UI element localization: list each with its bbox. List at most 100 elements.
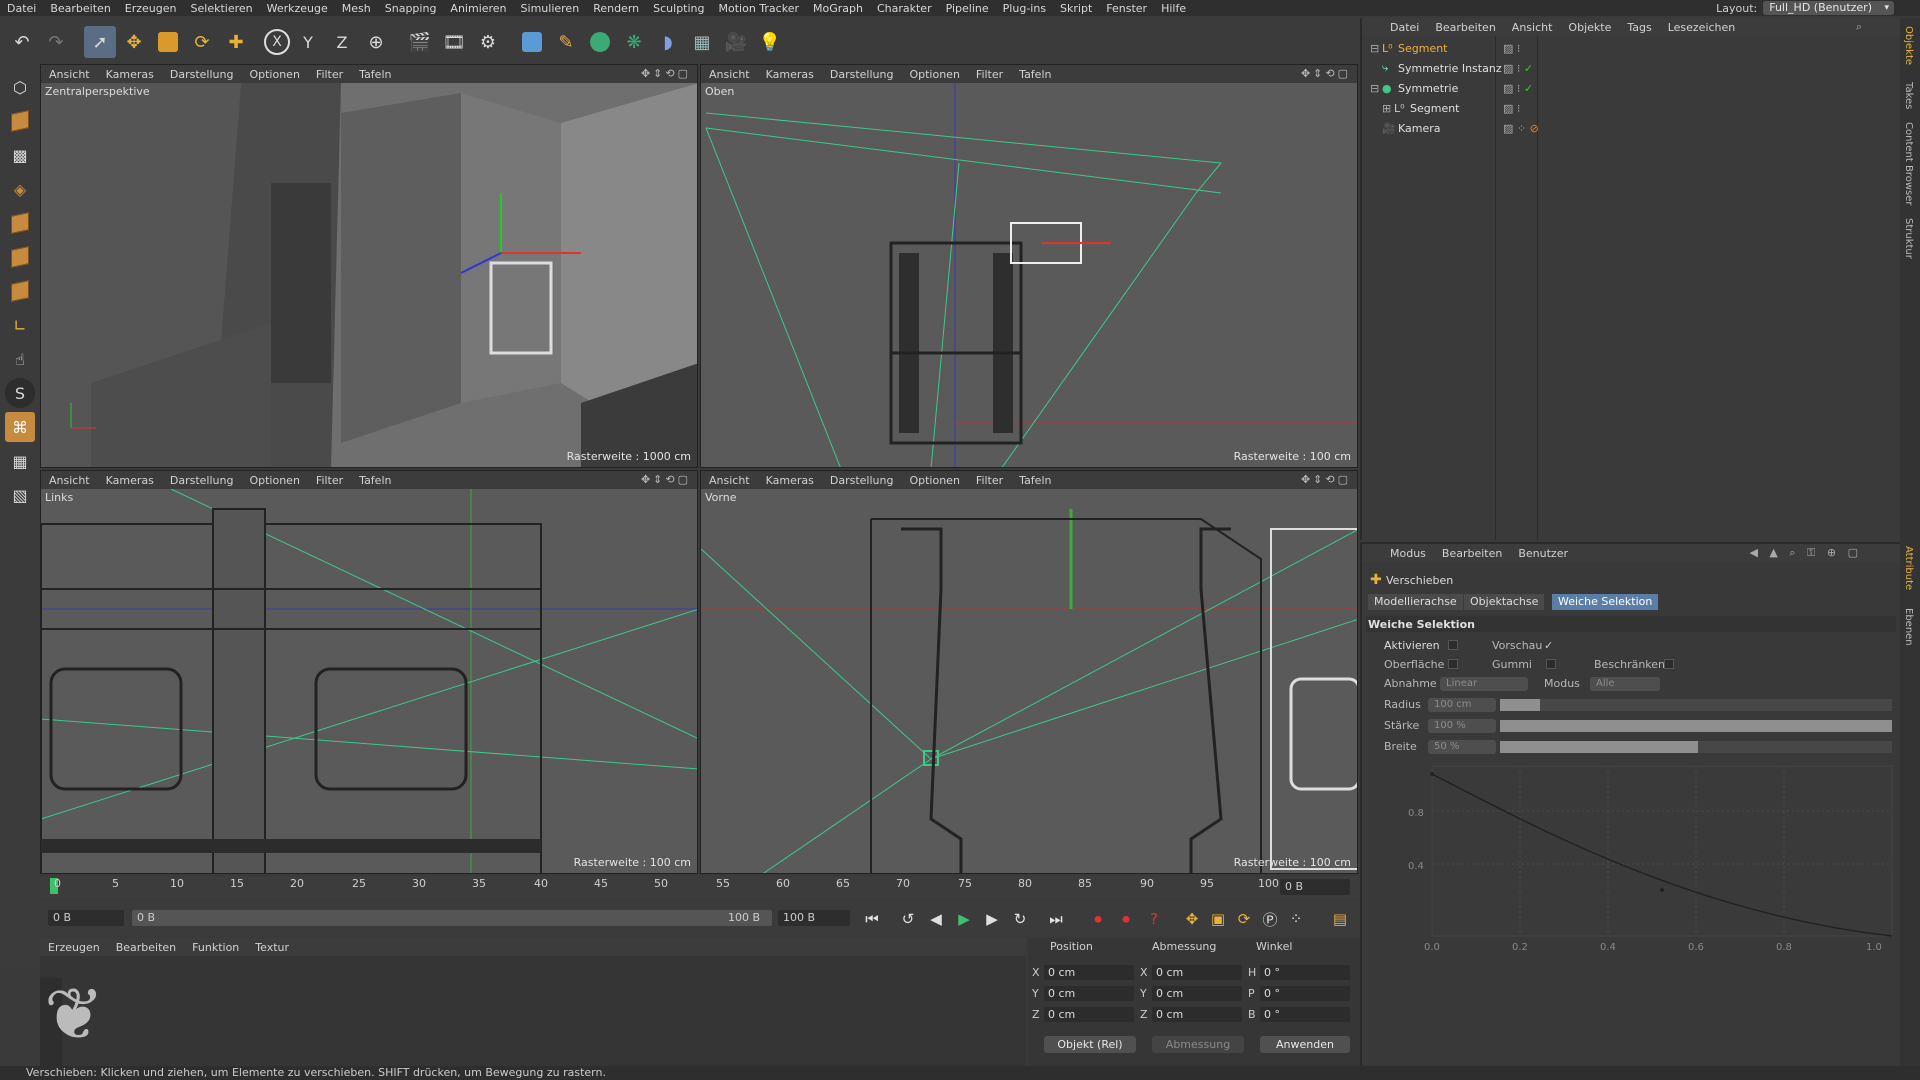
pos-y-field[interactable]: 0 cm xyxy=(1044,986,1134,1001)
tweak-icon[interactable]: ☝ xyxy=(5,344,35,374)
cloner-icon[interactable]: ❋ xyxy=(618,26,650,58)
attr-menu-bearbeiten[interactable]: Bearbeiten xyxy=(1434,547,1510,560)
attr-menu-benutzer[interactable]: Benutzer xyxy=(1510,547,1576,560)
vp-menu-darstellung[interactable]: Darstellung xyxy=(162,68,242,81)
vp-menu-kameras[interactable]: Kameras xyxy=(98,68,162,81)
axis-mode-icon[interactable]: ∟ xyxy=(5,310,35,340)
radius-slider[interactable] xyxy=(1500,699,1540,711)
tab-takes[interactable]: Takes xyxy=(1903,82,1914,109)
vp-menu-filter[interactable]: Filter xyxy=(308,68,351,81)
viewport-left[interactable]: Ansicht Kameras Darstellung Optionen Fil… xyxy=(40,470,698,874)
vp-menu-darstellung[interactable]: Darstellung xyxy=(162,474,242,487)
planar-workplane-icon[interactable]: ▧ xyxy=(5,480,35,510)
viewport-nav-icons[interactable]: ✥⇕⟲▢ xyxy=(1301,67,1351,80)
menu-skript[interactable]: Skript xyxy=(1053,2,1099,15)
render-view-icon[interactable]: 🎬 xyxy=(404,26,436,58)
menu-simulieren[interactable]: Simulieren xyxy=(514,2,587,15)
menu-plugins[interactable]: Plug-ins xyxy=(996,2,1053,15)
timeline-window-icon[interactable]: ▤ xyxy=(1328,907,1352,931)
object-row-symmetrie[interactable]: ⊟ ● Symmetrie ▨ ⁝ ✓ xyxy=(1362,78,1902,98)
object-row-symmetrie-instanz[interactable]: ⤷ Symmetrie Instanz ▨ ⁝ ✓ xyxy=(1362,58,1902,78)
keyframe-selection-icon[interactable]: ? xyxy=(1142,907,1166,931)
render-settings-icon[interactable]: ⚙ xyxy=(472,26,504,58)
rotate-icon[interactable]: ⟳ xyxy=(186,26,218,58)
viewport-nav-icons[interactable]: ✥⇕⟲▢ xyxy=(1301,473,1351,486)
breite-slider[interactable] xyxy=(1500,741,1698,753)
menu-fenster[interactable]: Fenster xyxy=(1099,2,1154,15)
model-mode-icon[interactable] xyxy=(5,106,35,136)
viewport-top[interactable]: Ansicht Kameras Darstellung Optionen Fil… xyxy=(700,64,1358,468)
menu-bearbeiten[interactable]: Bearbeiten xyxy=(43,2,117,15)
vp-menu-filter[interactable]: Filter xyxy=(308,474,351,487)
tab-struktur[interactable]: Struktur xyxy=(1903,218,1914,259)
beschraenken-checkbox[interactable] xyxy=(1664,659,1674,669)
size-x-field[interactable]: 0 cm xyxy=(1152,965,1242,980)
rot-h-field[interactable]: 0 ° xyxy=(1260,965,1350,980)
magnet-icon[interactable]: ⌘ xyxy=(5,412,35,442)
y-axis-icon[interactable]: Y xyxy=(292,26,324,58)
light-icon[interactable]: 💡 xyxy=(754,26,786,58)
visibility-dots-icon[interactable]: ▨ ⁘ ⊘ xyxy=(1503,122,1539,135)
menu-hilfe[interactable]: Hilfe xyxy=(1154,2,1193,15)
expand-icon[interactable]: ⊞ xyxy=(1382,102,1391,115)
mat-menu-erzeugen[interactable]: Erzeugen xyxy=(40,941,108,954)
frame-range-slider[interactable]: 0 B 100 B xyxy=(132,910,772,926)
menu-mograph[interactable]: MoGraph xyxy=(806,2,870,15)
autokey-icon[interactable]: ⏺ xyxy=(1114,907,1138,931)
snap-icon[interactable]: S xyxy=(5,378,35,408)
obj-menu-ansicht[interactable]: Ansicht xyxy=(1504,21,1561,34)
tab-objekte[interactable]: Objekte xyxy=(1903,26,1914,65)
obj-menu-tags[interactable]: Tags xyxy=(1619,21,1659,34)
rot-b-field[interactable]: 0 ° xyxy=(1260,1007,1350,1022)
add-icon[interactable]: ✚ xyxy=(220,26,252,58)
world-coord-icon[interactable]: ⊕ xyxy=(360,26,392,58)
visibility-dots-icon[interactable]: ▨ ⁝ ✓ xyxy=(1503,62,1533,75)
abnahme-dropdown[interactable]: Linear xyxy=(1440,677,1528,691)
modus-dropdown[interactable]: Alle xyxy=(1590,677,1660,691)
lock-workplane-icon[interactable]: ▦ xyxy=(5,446,35,476)
oberflaeche-checkbox[interactable] xyxy=(1448,659,1458,669)
aktivieren-checkbox[interactable] xyxy=(1448,640,1458,650)
key-parameter-icon[interactable]: Ⓟ xyxy=(1258,907,1282,931)
menu-charakter[interactable]: Charakter xyxy=(870,2,939,15)
coord-mode-dropdown[interactable]: Objekt (Rel) xyxy=(1044,1036,1136,1053)
attr-nav-icons[interactable]: ◀ ▲ ⌕ ⚿ ⊕ ▢ xyxy=(1741,546,1870,560)
vp-menu-ansicht[interactable]: Ansicht xyxy=(41,474,98,487)
vp-menu-optionen[interactable]: Optionen xyxy=(901,68,967,81)
deformer-icon[interactable]: ◗ xyxy=(652,26,684,58)
tab-content-browser[interactable]: Content Browser xyxy=(1903,122,1914,205)
play-icon[interactable]: ▶ xyxy=(952,907,976,931)
menu-selektieren[interactable]: Selektieren xyxy=(184,2,260,15)
scale-icon[interactable] xyxy=(152,26,184,58)
obj-menu-datei[interactable]: Datei xyxy=(1382,21,1427,34)
vp-menu-kameras[interactable]: Kameras xyxy=(98,474,162,487)
start-frame-field[interactable]: 0 B xyxy=(48,910,124,926)
key-position-icon[interactable]: ✥ xyxy=(1180,907,1204,931)
viewport-nav-icons[interactable]: ✥⇕⟲▢ xyxy=(641,473,691,486)
vp-menu-tafeln[interactable]: Tafeln xyxy=(1011,474,1059,487)
obj-menu-lesezeichen[interactable]: Lesezeichen xyxy=(1660,21,1744,34)
workplane-icon[interactable]: ◈ xyxy=(5,174,35,204)
prev-frame-icon[interactable]: ◀ xyxy=(924,907,948,931)
goto-start-icon[interactable]: ⏮ xyxy=(860,907,884,931)
vp-menu-filter[interactable]: Filter xyxy=(968,68,1011,81)
texture-mode-icon[interactable]: ▩ xyxy=(5,140,35,170)
render-picture-icon[interactable]: 🎞 xyxy=(438,26,470,58)
tab-objektachse[interactable]: Objektachse xyxy=(1464,594,1545,610)
end-frame-field[interactable]: 100 B xyxy=(778,910,850,926)
vp-menu-kameras[interactable]: Kameras xyxy=(758,68,822,81)
vp-menu-ansicht[interactable]: Ansicht xyxy=(701,68,758,81)
apply-button[interactable]: Anwenden xyxy=(1260,1036,1350,1053)
vp-menu-ansicht[interactable]: Ansicht xyxy=(41,68,98,81)
vp-menu-optionen[interactable]: Optionen xyxy=(241,474,307,487)
vp-menu-ansicht[interactable]: Ansicht xyxy=(701,474,758,487)
object-row-segment-child[interactable]: ⊞ L⁰ Segment ▨ ⁝ xyxy=(1362,98,1902,118)
menu-sculpting[interactable]: Sculpting xyxy=(646,2,711,15)
next-key-icon[interactable]: ↻ xyxy=(1008,907,1032,931)
size-z-field[interactable]: 0 cm xyxy=(1152,1007,1242,1022)
gummi-checkbox[interactable] xyxy=(1546,659,1556,669)
camera-icon[interactable]: 🎥 xyxy=(720,26,752,58)
vp-menu-tafeln[interactable]: Tafeln xyxy=(1011,68,1059,81)
expand-icon[interactable]: ⊟ xyxy=(1370,42,1379,55)
layout-dropdown[interactable]: Full_HD (Benutzer) xyxy=(1763,1,1894,15)
